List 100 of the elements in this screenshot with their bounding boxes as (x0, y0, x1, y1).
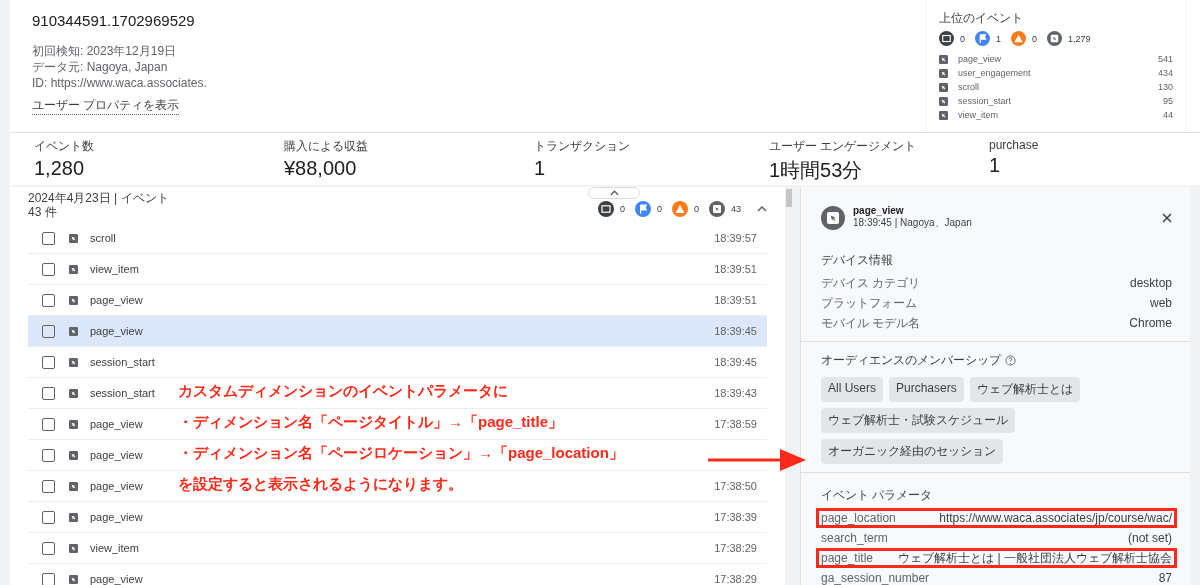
param-value: 87 (1158, 571, 1172, 585)
event-time: 18:39:45 (714, 325, 757, 337)
event-name: page_view (90, 325, 143, 337)
row-checkbox[interactable] (42, 231, 55, 245)
metric-value: 1 (989, 154, 1002, 177)
cursor-icon (69, 512, 78, 522)
event-name: view_item (958, 110, 999, 120)
row-checkbox[interactable] (42, 448, 55, 462)
monitor-icon (597, 201, 614, 217)
cursor-icon (939, 54, 948, 64)
event-time: 17:38:50 (714, 480, 757, 492)
annotation-text: ・ディメンション名「ページロケーション」→「page_location」 (178, 443, 624, 462)
event-name: session_start (958, 96, 1013, 106)
event-time: 18:39:45 (714, 356, 757, 368)
param-value: (not set) (1128, 531, 1172, 545)
cursor-icon (69, 419, 78, 429)
event-name: page_view (90, 418, 143, 430)
row-checkbox[interactable] (42, 417, 55, 431)
audience-chip: オーガニック経由のセッション (821, 439, 1003, 464)
cursor-icon (69, 357, 78, 367)
event-count: 43 (731, 204, 741, 214)
detail-subtitle: 18:39:45 | Nagoya、Japan (853, 216, 972, 230)
cursor-icon (69, 450, 78, 460)
event-name: page_view (90, 449, 143, 461)
metric-value: 1,280 (34, 157, 86, 180)
timeline-date-header: 2024年4月23日 | イベント 43 件 (28, 191, 170, 221)
param-label: search_term (821, 531, 888, 545)
audience-chip: All Users (821, 377, 883, 402)
section-heading: イベント パラメータ (821, 487, 934, 504)
cursor-icon (69, 481, 78, 491)
event-time: 18:39:51 (714, 263, 757, 275)
close-icon (1162, 212, 1172, 223)
event-count: 1,279 (1068, 33, 1091, 44)
param-label: モバイル モデル名 (821, 316, 921, 330)
event-count: 1 (996, 33, 1002, 44)
metric-label: ユーザー エンゲージメント (769, 138, 918, 155)
event-time: 18:39:57 (714, 232, 757, 244)
row-checkbox[interactable] (42, 262, 55, 276)
event-count: 541 (1157, 54, 1173, 64)
param-value: https://www.waca.associates/jp/course/wac/ (939, 511, 1172, 525)
cursor-icon (69, 388, 78, 398)
param-label: page_location (821, 511, 896, 525)
cursor-icon (69, 543, 78, 553)
cursor-icon (939, 82, 948, 92)
collapse-button[interactable] (588, 187, 640, 199)
warning-icon (671, 201, 688, 217)
param-value: ウェブ解析士とは | 一般社団法人ウェブ解析士協会 (898, 551, 1172, 565)
user-detail: ID: https://www.waca.associates. (32, 75, 208, 91)
event-name: page_view (90, 294, 143, 306)
detail-title: page_view (853, 205, 905, 216)
arrow-icon (708, 448, 808, 472)
event-name: page_view (958, 54, 1003, 64)
help-icon[interactable] (1005, 355, 1016, 366)
event-name: page_view (90, 480, 143, 492)
metric-value: ¥88,000 (284, 157, 358, 180)
param-value: web (1150, 296, 1172, 310)
user-id: 910344591.1702969529 (32, 12, 196, 29)
param-label: ga_session_number (821, 571, 930, 585)
event-row[interactable]: page_view 18:39:45 (28, 316, 767, 347)
event-count: 44 (1163, 110, 1173, 120)
event-time: 18:39:51 (714, 294, 757, 306)
row-checkbox[interactable] (42, 324, 55, 338)
metric-label: purchase (989, 138, 1040, 152)
cursor-icon (69, 264, 78, 274)
row-checkbox[interactable] (42, 293, 55, 307)
section-heading: オーディエンスのメンバーシップ (821, 352, 1001, 369)
audience-chip: Purchasers (889, 377, 964, 402)
user-detail: データ元: Nagoya, Japan (32, 59, 169, 75)
monitor-icon (939, 31, 954, 46)
scrollbar-thumb[interactable] (786, 189, 792, 207)
row-checkbox[interactable] (42, 541, 55, 555)
cursor-icon (821, 205, 845, 230)
cursor-icon (939, 68, 948, 78)
event-count: 434 (1157, 68, 1173, 78)
cursor-icon (939, 96, 948, 106)
param-label: デバイス カテゴリ (821, 276, 921, 290)
user-properties-link[interactable]: ユーザー プロパティを表示 (32, 97, 180, 115)
param-label: page_title (821, 551, 874, 565)
close-button[interactable] (1162, 212, 1172, 223)
cursor-icon (69, 326, 78, 336)
event-name: page_view (90, 511, 143, 523)
cursor-icon (1047, 31, 1063, 46)
row-checkbox[interactable] (42, 386, 55, 400)
cursor-icon (69, 295, 78, 305)
event-time: 17:38:29 (714, 542, 757, 554)
metric-value: 1 (534, 157, 547, 180)
event-count: 0 (960, 33, 965, 44)
row-checkbox[interactable] (42, 479, 55, 493)
annotation-text: カスタムディメンションのイベントパラメータに (178, 381, 508, 400)
row-checkbox[interactable] (42, 510, 55, 524)
cursor-icon (709, 201, 725, 217)
row-checkbox[interactable] (42, 355, 55, 369)
flag-icon (975, 31, 990, 46)
event-time: 18:39:43 (714, 387, 757, 399)
row-checkbox[interactable] (42, 572, 55, 585)
cursor-icon (69, 233, 78, 243)
param-value: Chrome (1129, 316, 1172, 330)
event-name: view_item (90, 263, 139, 275)
section-heading: デバイス情報 (821, 252, 894, 269)
warning-icon (1011, 31, 1027, 46)
